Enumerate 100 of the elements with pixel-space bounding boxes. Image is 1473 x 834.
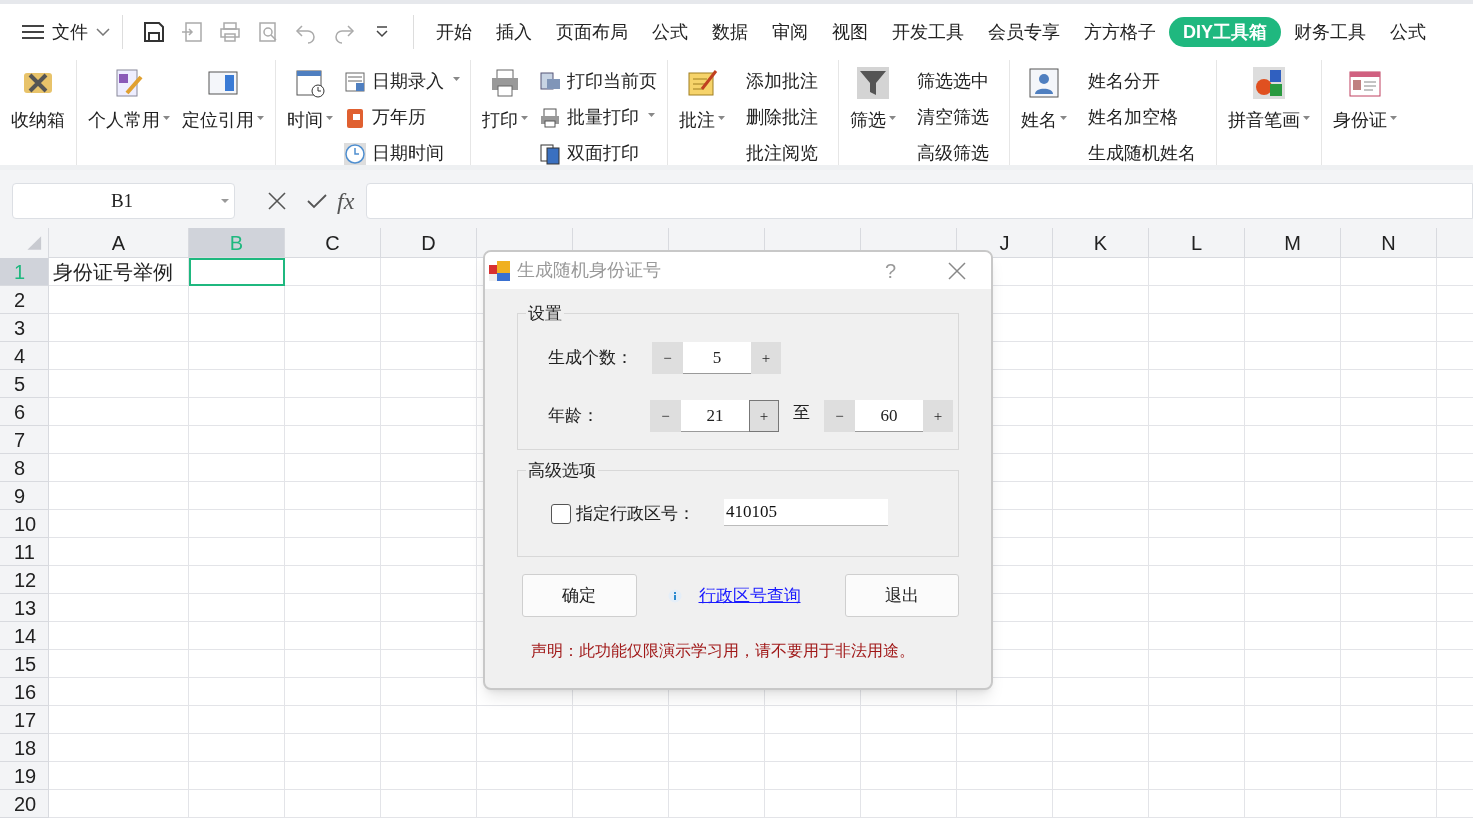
menu-tab[interactable]: 会员专享 [976, 17, 1072, 47]
ribbon-button[interactable]: 打印当前页 [539, 66, 657, 97]
name-box[interactable]: B1 [12, 183, 235, 219]
column-header[interactable]: C [285, 228, 381, 258]
ribbon-button[interactable]: 个人常用 [87, 66, 171, 134]
ribbon-button[interactable]: 日期时间 [344, 138, 460, 165]
ribbon-button[interactable]: 清空筛选 [907, 102, 999, 133]
row-header[interactable]: 7 [0, 426, 49, 454]
checkbox[interactable]: 指定行政区号： [551, 501, 724, 527]
number-field[interactable]: 60 [855, 400, 923, 432]
menu-tab[interactable]: 公式 [640, 17, 700, 47]
row-header[interactable]: 6 [0, 398, 49, 426]
ribbon-button[interactable]: 打印 [481, 66, 529, 134]
book-icon [344, 106, 366, 129]
row-header[interactable]: 12 [0, 566, 49, 594]
increment-button[interactable]: + [751, 342, 781, 374]
row-header[interactable]: 5 [0, 370, 49, 398]
ribbon-button[interactable]: 万年历 [344, 102, 460, 133]
chevron-down-icon [96, 28, 110, 36]
column-header[interactable]: K [1053, 228, 1149, 258]
ribbon-button[interactable]: 收纳箱 [10, 66, 66, 134]
ok-button[interactable]: 确定 [522, 574, 637, 617]
row-header[interactable]: 18 [0, 734, 49, 762]
function-button[interactable]: fx [337, 183, 355, 219]
ribbon-button[interactable]: 双面打印 [539, 138, 657, 165]
calendar-icon [344, 70, 366, 93]
cancel-icon[interactable] [268, 192, 286, 210]
menu-icon [22, 24, 44, 40]
decrement-button[interactable]: − [652, 342, 683, 374]
menu-tab[interactable]: 财务工具 [1282, 17, 1378, 47]
document-icon [539, 70, 561, 93]
row-header[interactable]: 14 [0, 622, 49, 650]
formula-input[interactable] [366, 183, 1473, 219]
ribbon-button[interactable]: 删除批注 [736, 102, 828, 133]
field-label: 生成个数： [548, 347, 634, 370]
row-header[interactable]: 16 [0, 678, 49, 706]
menu-tab[interactable]: 方方格子 [1072, 17, 1168, 47]
menu-tab[interactable]: 审阅 [760, 17, 820, 47]
row-header[interactable]: 10 [0, 510, 49, 538]
table-cell[interactable] [189, 258, 285, 286]
ribbon-button[interactable]: 生成随机姓名 [1078, 138, 1206, 165]
link[interactable]: 行政区号查询 [698, 582, 801, 609]
exit-button[interactable]: 退出 [844, 574, 959, 617]
row-header[interactable]: 4 [0, 342, 49, 370]
menu-tab[interactable]: 开始 [424, 17, 484, 47]
column-header[interactable]: M [1245, 228, 1341, 258]
dialog-title: 生成随机身份证号 [517, 259, 662, 282]
menu-tab[interactable]: 公式 [1378, 17, 1438, 47]
ribbon-button[interactable]: 批注阅览 [736, 138, 828, 165]
ribbon-button[interactable]: 日期录入 [344, 66, 460, 97]
row-header[interactable]: 13 [0, 594, 49, 622]
printer-icon [489, 67, 521, 99]
increment-button[interactable]: + [749, 400, 779, 432]
menu-tab[interactable]: 插入 [484, 17, 544, 47]
input-field[interactable]: 410105 [724, 499, 888, 526]
ribbon-button[interactable]: 姓名加空格 [1078, 102, 1206, 133]
menu-tab[interactable]: 数据 [700, 17, 760, 47]
ribbon-button[interactable]: 身份证 [1332, 66, 1398, 134]
file-menu[interactable]: 文件 [22, 14, 110, 50]
row-header[interactable]: 2 [0, 286, 49, 314]
printer-icon [539, 106, 561, 129]
row-header[interactable]: 9 [0, 482, 49, 510]
ribbon-button[interactable]: 姓名分开 [1078, 66, 1206, 97]
number-field[interactable]: 5 [683, 342, 751, 374]
ribbon-button[interactable]: 定位引用 [181, 66, 265, 134]
ribbon-button[interactable]: 时间 [286, 66, 334, 134]
save-icon[interactable] [142, 20, 166, 44]
menu-tab[interactable]: 页面布局 [544, 17, 640, 47]
ribbon-button[interactable]: 高级筛选 [907, 138, 999, 165]
number-field[interactable]: 21 [681, 400, 749, 432]
confirm-icon[interactable] [307, 193, 327, 209]
close-icon[interactable] [948, 261, 966, 280]
print-icon[interactable] [218, 20, 242, 44]
ribbon-button[interactable]: 筛选选中 [907, 66, 999, 97]
import-icon[interactable] [180, 20, 204, 44]
row-header[interactable]: 8 [0, 454, 49, 482]
column-header[interactable]: D [381, 228, 477, 258]
menu-tab[interactable]: 开发工具 [880, 17, 976, 47]
colored-shapes-icon [1253, 67, 1285, 99]
ribbon-button[interactable]: 筛选 [849, 66, 897, 134]
row-header[interactable]: 11 [0, 538, 49, 566]
clock-icon [344, 142, 366, 165]
decrement-button[interactable]: − [824, 400, 855, 432]
ribbon-button[interactable]: 姓名 [1020, 66, 1068, 134]
pages-icon [539, 142, 561, 165]
increment-button[interactable]: + [923, 400, 953, 432]
ribbon-button[interactable]: 批量打印 [539, 102, 657, 133]
ribbon-button[interactable]: 拼音笔画 [1227, 66, 1311, 134]
row-header[interactable]: 15 [0, 650, 49, 678]
person-icon [1028, 67, 1060, 99]
ribbon-button[interactable]: 添加批注 [736, 66, 828, 97]
ribbon-button[interactable]: 批注 [678, 66, 726, 134]
row-header[interactable]: 17 [0, 706, 49, 734]
menu-tab[interactable]: 视图 [820, 17, 880, 47]
decrement-button[interactable]: − [650, 400, 681, 432]
column-header[interactable]: N [1341, 228, 1437, 258]
column-header[interactable]: L [1149, 228, 1245, 258]
row-header[interactable]: 20 [0, 790, 49, 818]
row-header[interactable]: 19 [0, 762, 49, 790]
row-header[interactable]: 3 [0, 314, 49, 342]
